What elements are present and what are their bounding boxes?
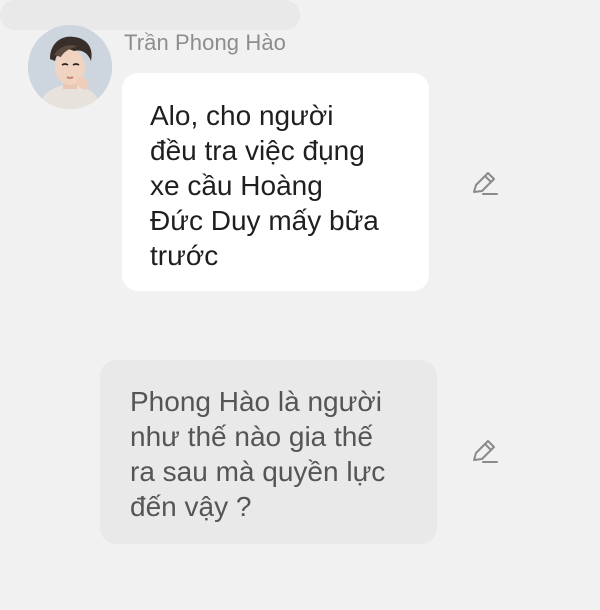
next-message-bubble[interactable]	[0, 0, 300, 30]
chat-view: Trần Phong Hào Alo, cho người đều tra vi…	[0, 0, 600, 610]
pencil-icon[interactable]	[469, 436, 499, 466]
sender-name: Trần Phong Hào	[124, 30, 287, 55]
avatar-photo-icon	[28, 25, 112, 109]
message-bubble[interactable]: Alo, cho người đều tra việc đụng xe cầu …	[122, 73, 429, 291]
sender-avatar[interactable]	[28, 25, 112, 109]
quoted-message-bubble[interactable]: Phong Hào là người như thế nào gia thế r…	[100, 360, 437, 544]
pencil-icon[interactable]	[469, 168, 499, 198]
